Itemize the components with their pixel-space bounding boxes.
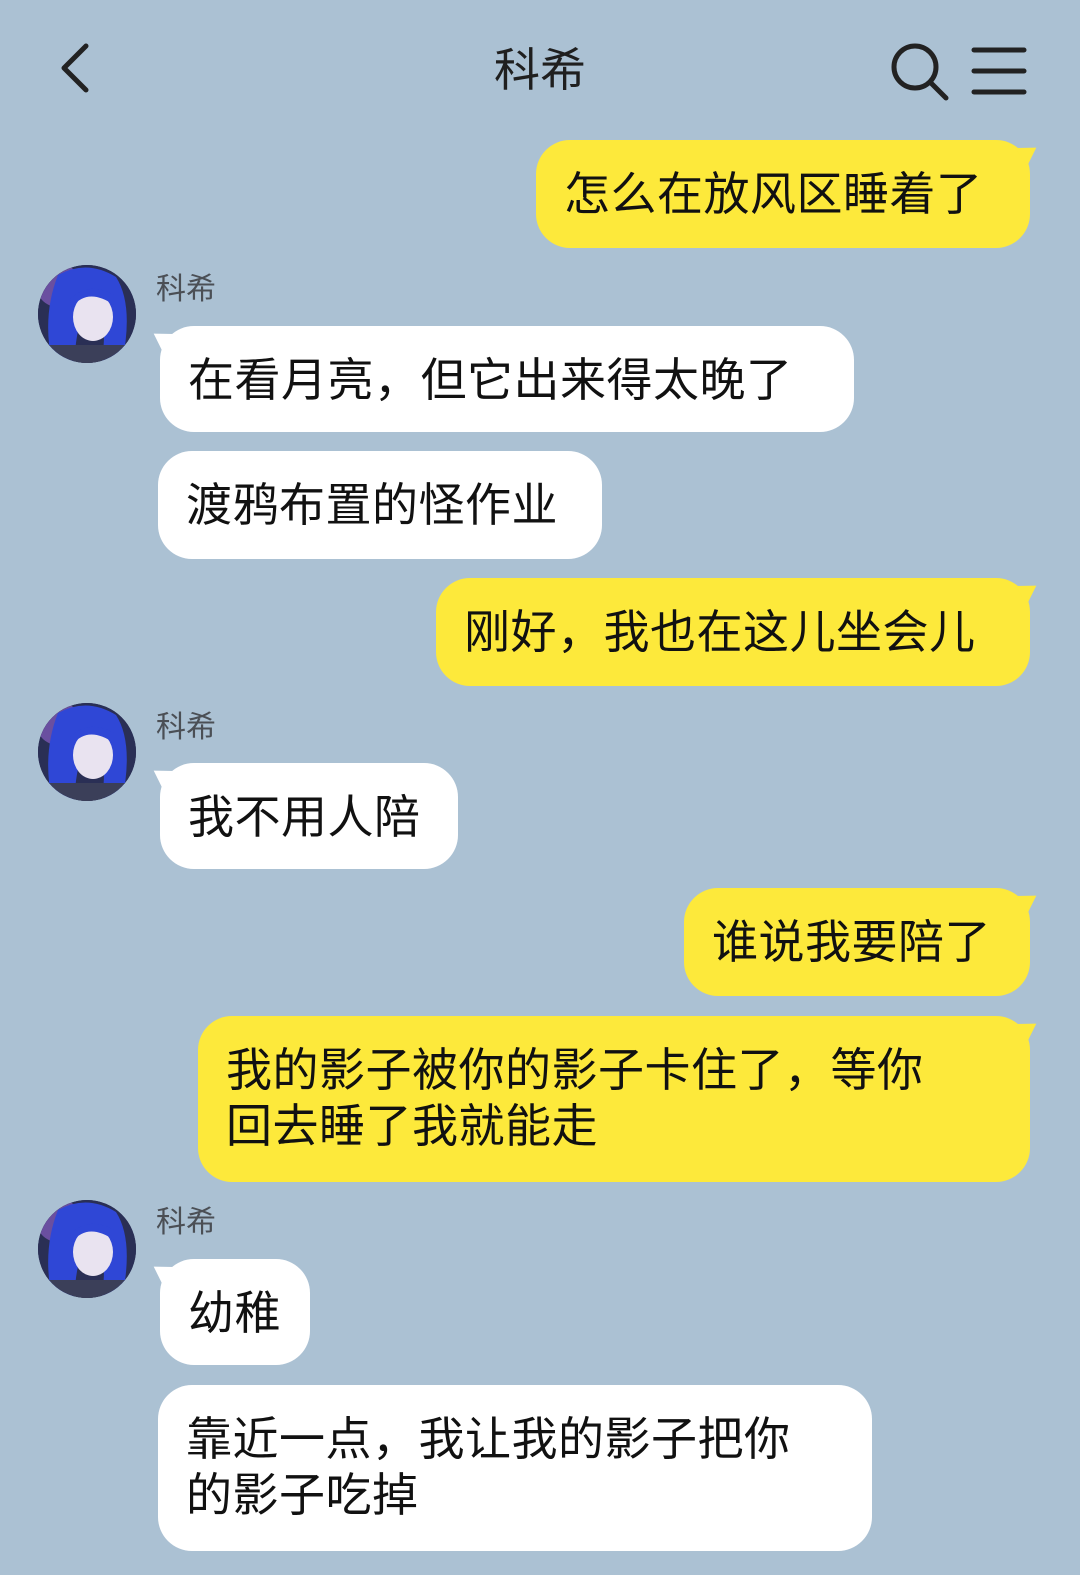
their-message-bubble[interactable]: 靠近一点，我让我的影子把你 的影子吃掉 bbox=[158, 1385, 872, 1551]
avatar[interactable] bbox=[38, 1200, 136, 1298]
my-message-bubble[interactable]: 刚好，我也在这儿坐会儿 bbox=[436, 578, 1030, 686]
their-message-bubble[interactable]: 我不用人陪 bbox=[160, 763, 458, 869]
chat-header: 科希 bbox=[0, 0, 1080, 140]
my-message-bubble[interactable]: 谁说我要陪了 bbox=[684, 888, 1030, 996]
sender-name: 科希 bbox=[156, 1205, 216, 1240]
avatar[interactable] bbox=[38, 265, 136, 363]
sender-name: 科希 bbox=[156, 710, 216, 745]
sender-name: 科希 bbox=[156, 272, 216, 307]
my-message-bubble[interactable]: 怎么在放风区睡着了 bbox=[536, 140, 1030, 248]
avatar[interactable] bbox=[38, 703, 136, 801]
search-button[interactable] bbox=[888, 40, 952, 104]
hamburger-menu-icon bbox=[971, 47, 1027, 95]
menu-button[interactable] bbox=[970, 42, 1028, 100]
my-message-bubble[interactable]: 我的影子被你的影子卡住了，等你 回去睡了我就能走 bbox=[198, 1016, 1030, 1182]
their-message-bubble[interactable]: 渡鸦布置的怪作业 bbox=[158, 451, 602, 559]
their-message-bubble[interactable]: 幼稚 bbox=[160, 1259, 310, 1365]
their-message-bubble[interactable]: 在看月亮，但它出来得太晚了 bbox=[160, 326, 854, 432]
search-icon bbox=[891, 43, 949, 101]
